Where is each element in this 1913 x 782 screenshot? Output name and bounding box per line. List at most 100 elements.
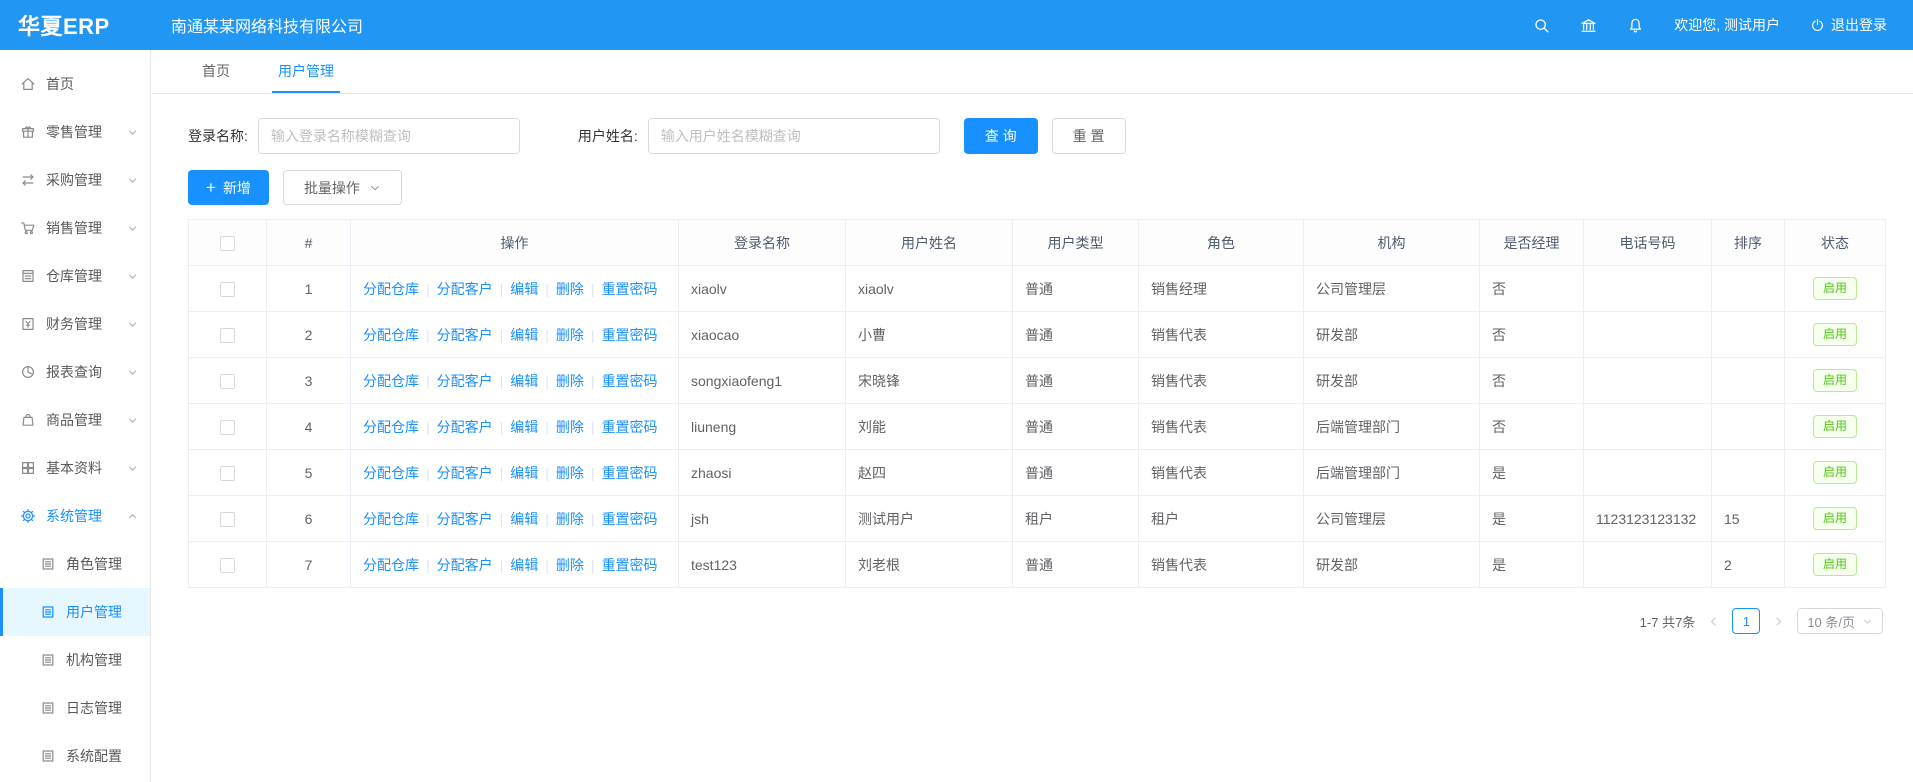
- reset-button[interactable]: 重 置: [1052, 118, 1126, 154]
- chevron-right-icon[interactable]: [1772, 615, 1785, 628]
- status-badge: 启用: [1813, 277, 1857, 299]
- org-cell: 研发部: [1304, 358, 1480, 404]
- edit-link[interactable]: 编辑: [493, 557, 539, 573]
- row-actions: 分配仓库分配客户编辑删除重置密码: [351, 266, 679, 312]
- add-button[interactable]: + 新增: [188, 170, 269, 205]
- delete-link[interactable]: 删除: [538, 557, 584, 573]
- sidebar-subitem[interactable]: 系统配置: [0, 732, 150, 780]
- table-toolbar: + 新增 批量操作: [188, 170, 1913, 205]
- reset-password-link[interactable]: 重置密码: [584, 465, 658, 481]
- row-checkbox[interactable]: [220, 558, 235, 573]
- assign-customer-link[interactable]: 分配客户: [419, 419, 493, 435]
- assign-customer-link[interactable]: 分配客户: [419, 557, 493, 573]
- search-button[interactable]: 查 询: [964, 118, 1038, 154]
- chevron-down-icon: [127, 319, 138, 330]
- assign-warehouse-link[interactable]: 分配仓库: [363, 419, 419, 435]
- status-badge: 启用: [1813, 323, 1857, 345]
- search-icon[interactable]: [1533, 17, 1550, 34]
- edit-link[interactable]: 编辑: [493, 373, 539, 389]
- sort-cell: [1712, 450, 1785, 496]
- page-size-select[interactable]: 10 条/页: [1797, 608, 1883, 634]
- chevron-down-icon: [127, 175, 138, 186]
- login-name-input[interactable]: [258, 118, 520, 154]
- assign-warehouse-link[interactable]: 分配仓库: [363, 557, 419, 573]
- row-checkbox[interactable]: [220, 420, 235, 435]
- company-name: 南通某某网络科技有限公司: [171, 13, 363, 37]
- col-manager: 是否经理: [1480, 220, 1584, 266]
- assign-warehouse-link[interactable]: 分配仓库: [363, 511, 419, 527]
- assign-warehouse-link[interactable]: 分配仓库: [363, 373, 419, 389]
- edit-link[interactable]: 编辑: [493, 511, 539, 527]
- sidebar-item[interactable]: 首页: [0, 60, 150, 108]
- users-table: # 操作 登录名称 用户姓名 用户类型 角色 机构 是否经理 电话号码 排序 状…: [188, 219, 1886, 588]
- name-cell: 赵四: [846, 450, 1013, 496]
- manager-cell: 否: [1480, 358, 1584, 404]
- sidebar-item[interactable]: 采购管理: [0, 156, 150, 204]
- reset-password-link[interactable]: 重置密码: [584, 419, 658, 435]
- row-checkbox[interactable]: [220, 466, 235, 481]
- row-checkbox[interactable]: [220, 328, 235, 343]
- edit-link[interactable]: 编辑: [493, 419, 539, 435]
- assign-warehouse-link[interactable]: 分配仓库: [363, 327, 419, 343]
- sidebar-item[interactable]: 财务管理: [0, 300, 150, 348]
- sidebar-subitem[interactable]: 用户管理: [0, 588, 150, 636]
- select-all-checkbox[interactable]: [220, 236, 235, 251]
- user-name-input[interactable]: [648, 118, 940, 154]
- edit-link[interactable]: 编辑: [493, 327, 539, 343]
- sidebar-item[interactable]: 系统管理: [0, 492, 150, 540]
- sidebar-subitem[interactable]: 机构管理: [0, 636, 150, 684]
- table-row: 5 分配仓库分配客户编辑删除重置密码 zhaosi 赵四 普通 销售代表 后端管…: [189, 450, 1886, 496]
- assign-customer-link[interactable]: 分配客户: [419, 465, 493, 481]
- assign-warehouse-link[interactable]: 分配仓库: [363, 465, 419, 481]
- row-checkbox[interactable]: [220, 512, 235, 527]
- manager-cell: 否: [1480, 404, 1584, 450]
- edit-link[interactable]: 编辑: [493, 465, 539, 481]
- basic-grid-icon: [20, 460, 36, 476]
- delete-link[interactable]: 删除: [538, 465, 584, 481]
- bank-icon[interactable]: [1580, 17, 1597, 34]
- reset-password-link[interactable]: 重置密码: [584, 511, 658, 527]
- reset-password-link[interactable]: 重置密码: [584, 327, 658, 343]
- col-role: 角色: [1139, 220, 1304, 266]
- reset-password-link[interactable]: 重置密码: [584, 281, 658, 297]
- type-cell: 普通: [1013, 266, 1139, 312]
- chevron-down-icon: [127, 415, 138, 426]
- reset-password-link[interactable]: 重置密码: [584, 557, 658, 573]
- delete-link[interactable]: 删除: [538, 419, 584, 435]
- sidebar-item[interactable]: 零售管理: [0, 108, 150, 156]
- delete-link[interactable]: 删除: [538, 281, 584, 297]
- batch-actions-button[interactable]: 批量操作: [283, 170, 402, 205]
- doc-icon: [40, 700, 56, 716]
- delete-link[interactable]: 删除: [538, 373, 584, 389]
- assign-customer-link[interactable]: 分配客户: [419, 511, 493, 527]
- assign-customer-link[interactable]: 分配客户: [419, 281, 493, 297]
- reset-password-link[interactable]: 重置密码: [584, 373, 658, 389]
- sidebar-subitem[interactable]: 角色管理: [0, 540, 150, 588]
- row-checkbox[interactable]: [220, 374, 235, 389]
- tab[interactable]: 用户管理: [272, 50, 340, 93]
- edit-link[interactable]: 编辑: [493, 281, 539, 297]
- sidebar-item[interactable]: 销售管理: [0, 204, 150, 252]
- phone-cell: [1584, 266, 1712, 312]
- assign-customer-link[interactable]: 分配客户: [419, 327, 493, 343]
- row-checkbox[interactable]: [220, 282, 235, 297]
- sidebar-item[interactable]: 基本资料: [0, 444, 150, 492]
- sidebar-item[interactable]: 商品管理: [0, 396, 150, 444]
- assign-warehouse-link[interactable]: 分配仓库: [363, 281, 419, 297]
- login-cell: xiaolv: [679, 266, 846, 312]
- assign-customer-link[interactable]: 分配客户: [419, 373, 493, 389]
- manager-cell: 是: [1480, 542, 1584, 588]
- tab[interactable]: 首页: [196, 50, 236, 93]
- sidebar-item[interactable]: 报表查询: [0, 348, 150, 396]
- logout-button[interactable]: 退出登录: [1810, 15, 1887, 35]
- chevron-left-icon[interactable]: [1707, 615, 1720, 628]
- chevron-down-icon: [127, 127, 138, 138]
- bell-icon[interactable]: [1627, 17, 1644, 34]
- row-index: 7: [267, 542, 351, 588]
- sidebar-subitem[interactable]: 日志管理: [0, 684, 150, 732]
- delete-link[interactable]: 删除: [538, 511, 584, 527]
- current-page-button[interactable]: 1: [1732, 608, 1760, 634]
- chevron-down-icon: [127, 271, 138, 282]
- delete-link[interactable]: 删除: [538, 327, 584, 343]
- sidebar-item[interactable]: 仓库管理: [0, 252, 150, 300]
